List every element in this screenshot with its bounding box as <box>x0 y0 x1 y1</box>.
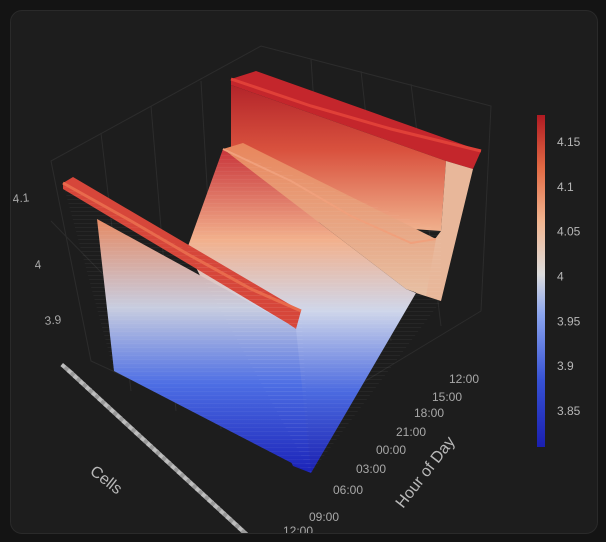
z-tick-label: 4 <box>34 257 42 272</box>
z-tick-label: 4.1 <box>12 190 30 206</box>
colorbar-tick-label: 4 <box>557 270 564 284</box>
colorbar-tick-label: 3.9 <box>557 359 574 373</box>
hour-tick-label: 12:00 <box>283 524 313 533</box>
cells-axis-title: Cells <box>87 463 125 498</box>
hour-tick-label: 00:00 <box>376 443 406 457</box>
z-tick-label: 3.9 <box>44 312 62 328</box>
colorbar-tick-label: 4.15 <box>557 135 581 149</box>
hour-tick-label: 12:00 <box>449 372 479 386</box>
colorbar-tick-label: 3.95 <box>557 314 581 328</box>
hour-tick-label: 03:00 <box>356 462 386 476</box>
colorbar-tick-label: 3.85 <box>557 404 581 418</box>
hour-tick-label: 18:00 <box>414 406 444 420</box>
colorbar-gradient <box>537 115 545 447</box>
colorbar: 4.15 4.1 4.05 4 3.95 3.9 3.85 <box>537 115 581 447</box>
hour-tick-label: 15:00 <box>432 390 462 404</box>
hour-tick-label: 21:00 <box>396 425 426 439</box>
colorbar-tick-label: 4.05 <box>557 225 581 239</box>
hour-tick-label: 09:00 <box>309 510 339 524</box>
hour-tick-label: 06:00 <box>333 483 363 497</box>
chart-card: 4.1 4 3.9 Cells 12:00 15:00 18:00 21:00 … <box>10 10 598 534</box>
colorbar-ticks: 4.15 4.1 4.05 4 3.95 3.9 3.85 <box>557 135 581 418</box>
colorbar-tick-label: 4.1 <box>557 180 574 194</box>
z-axis: 4.1 4 3.9 <box>12 190 62 328</box>
surface-chart: 4.1 4 3.9 Cells 12:00 15:00 18:00 21:00 … <box>12 45 581 533</box>
